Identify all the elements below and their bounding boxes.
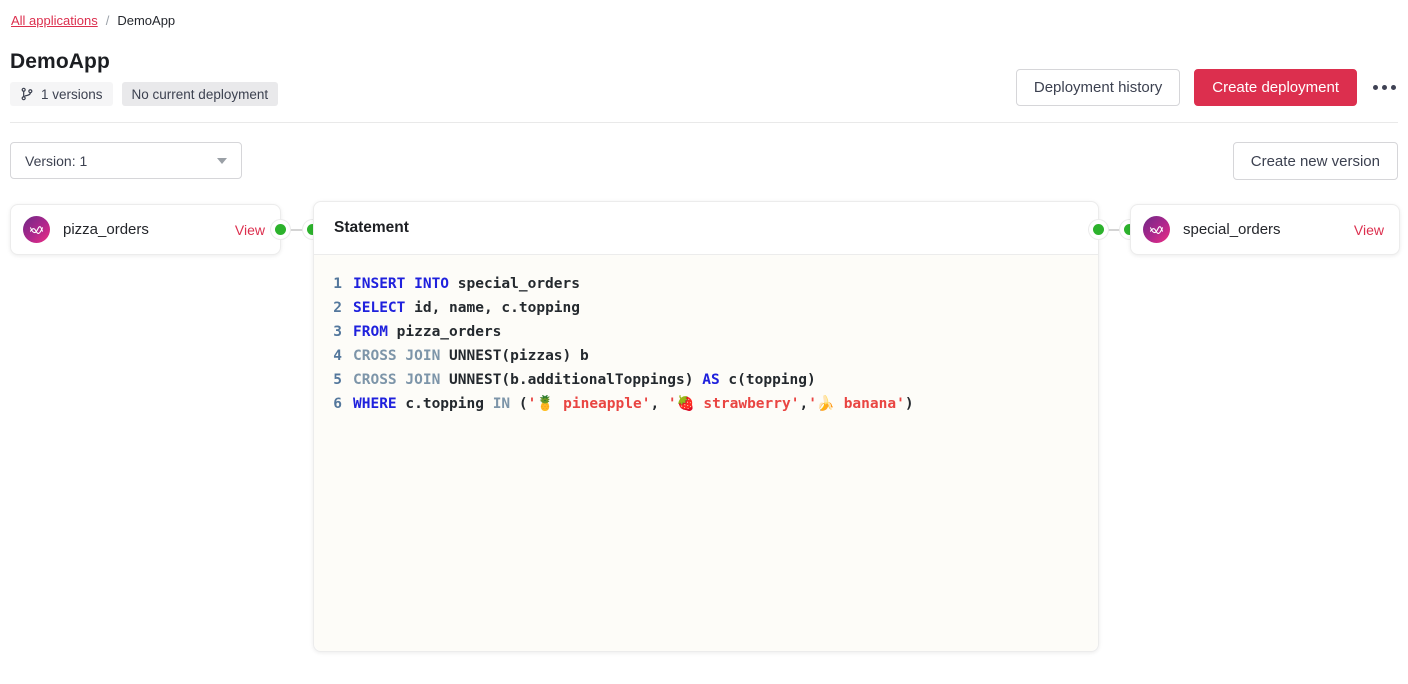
code-token: special_orders [449, 276, 580, 292]
ellipsis-icon [1373, 85, 1378, 90]
pipeline-graph: pizza_orders View Statement 1 INSERT INTO… [10, 201, 1398, 661]
code-token: UNNEST(b.additionalToppings) [440, 372, 702, 388]
code-token: INSERT INTO [353, 276, 449, 292]
line-number: 4 [332, 344, 342, 368]
code-token: CROSS JOIN [353, 348, 440, 364]
code-line: 3 FROM pizza_orders [332, 320, 1088, 344]
git-branch-icon [20, 87, 34, 101]
deployment-history-button[interactable]: Deployment history [1016, 69, 1180, 106]
sink-stream-card[interactable]: special_orders View [1130, 204, 1400, 255]
source-stream-card[interactable]: pizza_orders View [10, 204, 281, 255]
code-token: UNNEST(pizzas) b [440, 348, 588, 364]
code-token: CROSS JOIN [353, 372, 440, 388]
code-token: c.topping [397, 396, 493, 412]
create-new-version-button[interactable]: Create new version [1233, 142, 1398, 180]
versions-badge-label: 1 versions [41, 87, 103, 102]
code-token: SELECT [353, 300, 405, 316]
stream-icon [1143, 216, 1170, 243]
page-title: DemoApp [10, 50, 110, 74]
header-divider [10, 122, 1398, 123]
code-token: c(topping) [720, 372, 816, 388]
sink-stream-name: special_orders [1183, 221, 1281, 238]
line-number: 6 [332, 392, 342, 416]
stream-icon [23, 216, 50, 243]
application-detail-page: All applications / DemoApp DemoApp 1 ver… [0, 0, 1408, 684]
line-number: 5 [332, 368, 342, 392]
code-token: '🍍 pineapple' [528, 396, 651, 412]
sink-view-link[interactable]: View [1354, 222, 1384, 238]
code-token: '🍌 banana' [808, 396, 905, 412]
versions-badge: 1 versions [10, 82, 113, 106]
breadcrumb: All applications / DemoApp [11, 13, 175, 28]
line-number: 2 [332, 296, 342, 320]
more-options-button[interactable] [1371, 79, 1398, 96]
code-token: id, name, c.topping [405, 300, 580, 316]
code-line: 4 CROSS JOIN UNNEST(pizzas) b [332, 344, 1088, 368]
line-number: 1 [332, 272, 342, 296]
statement-header: Statement [314, 202, 1098, 255]
connector-dot [1093, 224, 1104, 235]
code-token: IN [493, 396, 510, 412]
ellipsis-icon [1382, 85, 1387, 90]
line-number: 3 [332, 320, 342, 344]
chevron-down-icon [217, 158, 227, 164]
code-line: 2 SELECT id, name, c.topping [332, 296, 1088, 320]
version-select[interactable]: Version: 1 [10, 142, 242, 179]
deployment-status-badge: No current deployment [122, 82, 279, 106]
header-actions: Deployment history Create deployment [1016, 69, 1398, 106]
breadcrumb-all-applications-link[interactable]: All applications [11, 13, 98, 28]
code-token: , [650, 396, 667, 412]
badge-row: 1 versions No current deployment [10, 82, 278, 106]
source-stream-name: pizza_orders [63, 221, 149, 238]
breadcrumb-separator: / [106, 13, 110, 28]
code-token: FROM [353, 324, 388, 340]
code-token: ( [510, 396, 527, 412]
code-token: '🍓 strawberry' [668, 396, 800, 412]
connector-dot [275, 224, 286, 235]
code-token: pizza_orders [388, 324, 502, 340]
sql-code[interactable]: 1 INSERT INTO special_orders 2 SELECT id, n… [314, 255, 1098, 651]
version-select-value: Version: 1 [25, 153, 87, 169]
source-view-link[interactable]: View [235, 222, 265, 238]
breadcrumb-current: DemoApp [117, 13, 175, 28]
code-line: 6 WHERE c.topping IN ('🍍 pineapple', '🍓 s… [332, 392, 1088, 416]
code-token: AS [702, 372, 719, 388]
statement-card: Statement 1 INSERT INTO special_orders 2 SE… [313, 201, 1099, 652]
ellipsis-icon [1391, 85, 1396, 90]
code-line: 1 INSERT INTO special_orders [332, 272, 1088, 296]
code-token: WHERE [353, 396, 397, 412]
code-token: , [799, 396, 808, 412]
code-token: ) [905, 396, 914, 412]
code-line: 5 CROSS JOIN UNNEST(b.additionalToppings)… [332, 368, 1088, 392]
create-deployment-button[interactable]: Create deployment [1194, 69, 1357, 106]
